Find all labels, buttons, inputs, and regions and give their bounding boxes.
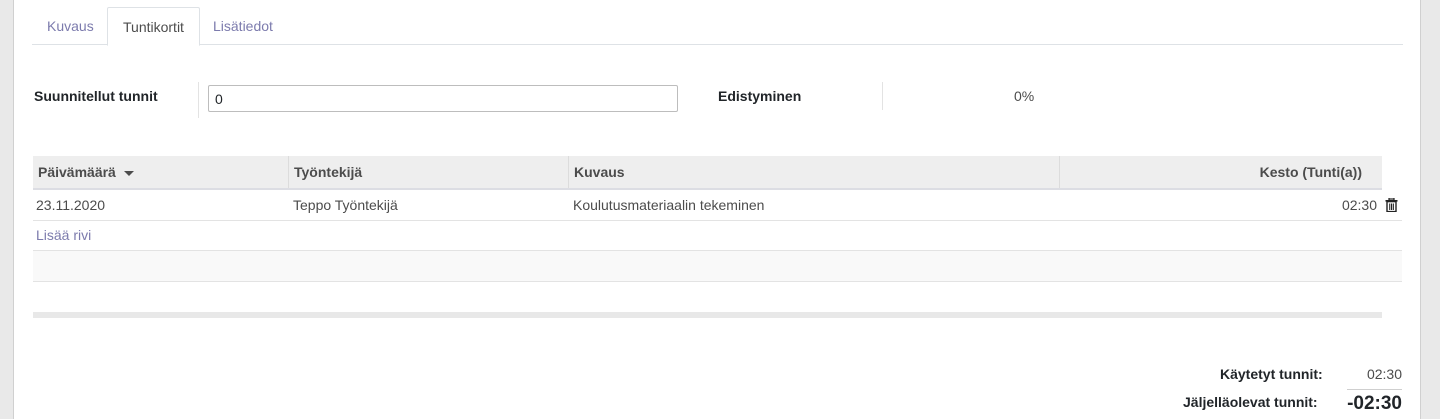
remaining-hours-label: Jäljelläolevat tunnit: xyxy=(1183,394,1318,410)
trash-icon[interactable] xyxy=(1385,197,1398,215)
form-sheet: Kuvaus Tuntikortit Lisätiedot Suunnitell… xyxy=(13,0,1421,419)
progress-value: 0% xyxy=(1014,88,1035,104)
column-header-duration[interactable]: Kesto (Tunti(a)) xyxy=(1060,156,1382,188)
column-header-employee[interactable]: Työntekijä xyxy=(289,156,569,188)
sort-down-icon xyxy=(123,170,134,176)
tab-lisatiedot[interactable]: Lisätiedot xyxy=(198,7,288,45)
cell-duration[interactable]: 02:30 xyxy=(1233,190,1377,221)
field-separator xyxy=(882,82,883,110)
cell-employee[interactable]: Teppo Työntekijä xyxy=(293,190,398,221)
remaining-hours-value: -02:30 xyxy=(1347,393,1402,414)
planned-hours-input[interactable] xyxy=(208,85,678,112)
cell-date[interactable]: 23.11.2020 xyxy=(36,190,105,221)
totals-divider xyxy=(1347,389,1402,390)
notebook-tabs: Kuvaus Tuntikortit Lisätiedot xyxy=(32,7,1403,46)
tab-kuvaus[interactable]: Kuvaus xyxy=(32,7,109,45)
tab-tuntikortit[interactable]: Tuntikortit xyxy=(107,7,200,46)
empty-row xyxy=(33,251,1402,282)
column-header-date[interactable]: Päivämäärä xyxy=(33,156,289,188)
table-row[interactable]: 23.11.2020 Teppo Työntekijä Koulutusmate… xyxy=(33,190,1402,221)
cell-description[interactable]: Koulutusmateriaalin tekeminen xyxy=(573,190,764,221)
progress-label: Edistyminen xyxy=(718,88,802,104)
planned-hours-label: Suunnitellut tunnit xyxy=(34,88,158,104)
column-header-date-label: Päivämäärä xyxy=(38,164,116,180)
spent-hours-value: 02:30 xyxy=(1366,366,1402,382)
table-horizontal-scrollbar[interactable] xyxy=(33,312,1382,318)
spent-hours-label: Käytetyt tunnit: xyxy=(1220,366,1323,382)
field-separator xyxy=(198,82,199,118)
timesheet-table-header: Päivämäärä Työntekijä Kuvaus Kesto (Tunt… xyxy=(33,156,1382,190)
column-header-description[interactable]: Kuvaus xyxy=(569,156,1060,188)
add-line-link[interactable]: Lisää rivi xyxy=(36,221,91,250)
add-line-row: Lisää rivi xyxy=(33,221,1402,251)
